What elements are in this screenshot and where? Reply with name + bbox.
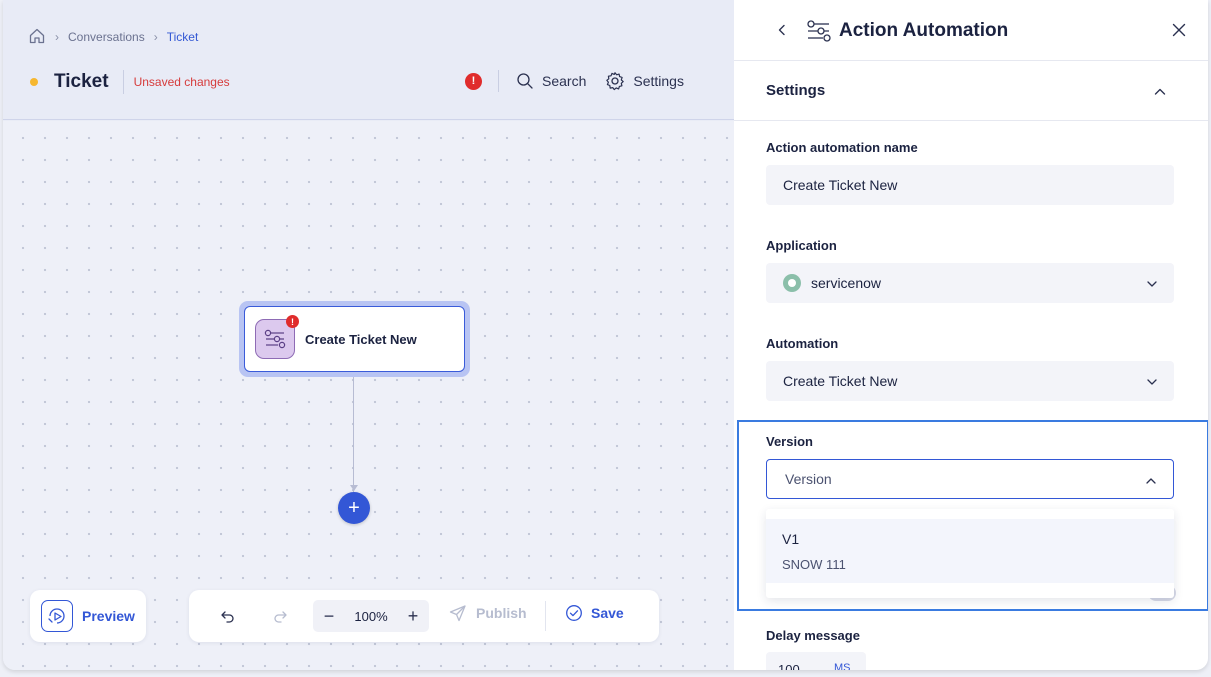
chevron-up-icon xyxy=(1145,474,1157,490)
check-circle-icon xyxy=(566,605,582,621)
breadcrumb: › Conversations › Ticket xyxy=(28,27,198,47)
title-row: Ticket Unsaved changes xyxy=(28,68,230,96)
settings-section-toggle[interactable]: Settings xyxy=(734,61,1208,121)
search-button[interactable]: Search xyxy=(516,72,586,90)
status-dot xyxy=(30,78,38,86)
chevron-right-icon: › xyxy=(55,30,59,44)
node-error-badge: ! xyxy=(286,315,299,328)
back-button[interactable] xyxy=(774,22,790,43)
send-icon xyxy=(449,605,466,622)
add-step-button[interactable]: + xyxy=(338,492,370,524)
save-button[interactable]: Save xyxy=(565,604,624,622)
publish-label: Publish xyxy=(476,605,527,621)
version-placeholder: Version xyxy=(785,471,832,487)
divider xyxy=(545,601,546,631)
flow-editor: › Conversations › Ticket Ticket Unsaved … xyxy=(3,0,734,670)
divider xyxy=(498,70,499,92)
zoom-in-button[interactable]: + xyxy=(403,606,423,627)
redo-icon[interactable] xyxy=(267,603,293,629)
preview-button[interactable]: Preview xyxy=(30,590,146,642)
node-label: Create Ticket New xyxy=(305,331,417,347)
panel-header: Action Automation xyxy=(734,0,1208,61)
settings-label: Settings xyxy=(633,73,684,89)
zoom-control: − 100% + xyxy=(313,600,429,632)
chevron-right-icon: › xyxy=(153,30,158,44)
save-label: Save xyxy=(591,605,624,621)
node-connector xyxy=(353,377,354,492)
automation-name-value: Create Ticket New xyxy=(783,177,898,193)
chevron-up-icon xyxy=(1152,84,1168,105)
zoom-out-button[interactable]: − xyxy=(319,606,339,627)
version-option[interactable]: V1 SNOW 111 xyxy=(766,519,1174,583)
version-dropdown: V1 SNOW 111 xyxy=(766,509,1174,598)
gear-icon xyxy=(606,72,625,91)
unsaved-status: Unsaved changes xyxy=(133,75,230,89)
version-option-name: V1 xyxy=(782,531,800,547)
delay-value: 100 xyxy=(778,662,800,670)
publish-button[interactable]: Publish xyxy=(449,604,527,622)
automation-label: Automation xyxy=(766,336,839,351)
settings-section-title: Settings xyxy=(766,82,826,99)
error-badge[interactable]: ! xyxy=(465,72,482,90)
editor-header: › Conversations › Ticket Ticket Unsaved … xyxy=(3,0,734,120)
name-label: Action automation name xyxy=(766,140,918,155)
page-title: Ticket xyxy=(54,71,109,92)
chevron-down-icon xyxy=(1146,277,1158,293)
preview-icon xyxy=(41,600,73,632)
delay-label: Delay message xyxy=(766,628,860,643)
close-icon xyxy=(1172,23,1186,37)
editor-toolbar: − 100% + Publish Save xyxy=(189,590,659,642)
preview-label: Preview xyxy=(82,608,135,624)
breadcrumb-ticket[interactable]: Ticket xyxy=(167,30,199,44)
version-select[interactable]: Version xyxy=(766,459,1174,499)
header-actions: ! Search Settings xyxy=(465,70,684,92)
automation-node-icon: ! xyxy=(255,315,299,359)
automation-select[interactable]: Create Ticket New xyxy=(766,361,1174,401)
delay-input[interactable]: 100 MS xyxy=(766,652,866,670)
flow-node-selected[interactable]: ! Create Ticket New xyxy=(239,301,470,377)
delay-unit: MS xyxy=(834,662,851,670)
settings-button[interactable]: Settings xyxy=(605,71,684,91)
divider xyxy=(122,70,124,94)
application-value: servicenow xyxy=(811,275,882,291)
servicenow-logo-icon xyxy=(783,274,801,292)
version-label: Version xyxy=(766,434,813,449)
flow-canvas[interactable] xyxy=(3,121,734,670)
automation-icon xyxy=(806,19,832,48)
connector-arrow-icon xyxy=(350,485,358,491)
automation-name-input[interactable]: Create Ticket New xyxy=(766,165,1174,205)
application-select[interactable]: servicenow xyxy=(766,263,1174,303)
close-button[interactable] xyxy=(1171,22,1187,43)
breadcrumb-conversations[interactable]: Conversations xyxy=(68,30,145,44)
zoom-level: 100% xyxy=(354,608,388,624)
chevron-down-icon xyxy=(1146,375,1158,391)
panel-title: Action Automation xyxy=(839,20,1009,41)
flow-node[interactable]: ! Create Ticket New xyxy=(244,306,465,372)
action-automation-panel: Action Automation Settings Action automa… xyxy=(734,0,1208,670)
undo-icon[interactable] xyxy=(215,603,241,629)
automation-value: Create Ticket New xyxy=(783,373,898,389)
chevron-left-icon xyxy=(778,24,785,36)
search-label: Search xyxy=(542,73,587,89)
version-option-sub: SNOW 111 xyxy=(782,557,846,572)
app-frame: › Conversations › Ticket Ticket Unsaved … xyxy=(3,0,1208,670)
application-label: Application xyxy=(766,238,837,253)
home-icon[interactable] xyxy=(28,27,46,48)
search-icon xyxy=(517,73,533,89)
